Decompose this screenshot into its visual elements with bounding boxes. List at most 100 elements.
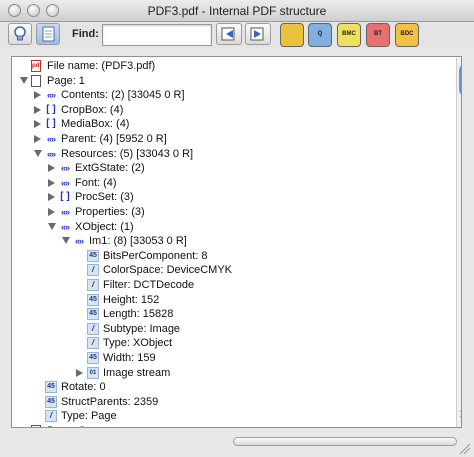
disclosure-closed-icon[interactable] [76, 368, 83, 377]
document-button[interactable] [36, 23, 60, 45]
tree-row-label: Contents: (2) [33045 0 R] [61, 89, 185, 102]
toolbar: Find: Q BMC BT BDC [0, 22, 474, 48]
tree-row-label: Page: 2 [47, 424, 85, 427]
tree-row[interactable]: 45 StructParents: 2359 [12, 395, 452, 410]
tree-row-label: Parent: (4) [5952 0 R] [61, 133, 167, 145]
stream-icon: 01 [87, 366, 99, 379]
tree-row[interactable]: 45 Rotate: 0 [12, 380, 452, 395]
disclosure-closed-icon[interactable] [48, 164, 55, 173]
tree-row-label: Properties: (3) [75, 206, 145, 218]
tree-row[interactable]: [ ] ProcSet: (3) [12, 190, 452, 205]
puzzle-button-q[interactable]: Q [308, 23, 332, 47]
title-bar: PDF3.pdf - Internal PDF structure [0, 0, 474, 22]
tree-row-label: Resources: (5) [33043 0 R] [61, 147, 194, 160]
dictionary-icon: «» [46, 134, 56, 144]
puzzle-button-bmc[interactable]: BMC [337, 23, 361, 47]
tree-row[interactable]: / Type: Page [12, 409, 452, 424]
name-icon: / [87, 322, 99, 335]
find-input[interactable] [102, 24, 212, 46]
tree-row-label: Height: 152 [103, 293, 160, 306]
find-previous-button[interactable] [216, 23, 242, 45]
tree-row[interactable]: 45 Length: 15828 [12, 307, 452, 322]
dictionary-icon: «» [60, 221, 70, 232]
tree-row[interactable]: «» ExtGState: (2) [12, 161, 452, 176]
disclosure-open-icon[interactable] [62, 237, 70, 245]
tree-row-label: Image stream [103, 366, 171, 379]
tree-row[interactable]: «» Im1: (8) [33053 0 R] [12, 234, 452, 249]
find-previous-icon [221, 27, 235, 41]
puzzle-button-1[interactable] [280, 23, 304, 47]
dictionary-icon: «» [60, 163, 70, 174]
tree-row[interactable]: «» XObject: (1) [12, 220, 452, 235]
tree-row[interactable]: «» Contents: (2) [33045 0 R] [12, 88, 452, 103]
lightbulb-icon [14, 26, 26, 41]
tree-row-label: Subtype: Image [103, 322, 181, 335]
lightbulb-button[interactable] [8, 23, 32, 45]
tree-row[interactable]: / Subtype: Image [12, 322, 452, 337]
tree-row-label: MediaBox: (4) [61, 118, 130, 131]
vertical-scroll-thumb[interactable] [459, 65, 461, 95]
tree-row[interactable]: pdf File name: (PDF3.pdf) [12, 59, 452, 74]
vertical-scrollbar[interactable] [456, 58, 461, 427]
disclosure-closed-icon[interactable] [48, 208, 55, 216]
disclosure-closed-icon[interactable] [48, 193, 55, 202]
tree-row[interactable]: 01 Image stream [12, 366, 452, 381]
tree-row-label: Page: 1 [47, 74, 85, 87]
disclosure-closed-icon[interactable] [34, 105, 41, 114]
tree-row[interactable]: «» Properties: (3) [12, 205, 452, 220]
tree-row[interactable]: [ ] MediaBox: (4) [12, 117, 452, 132]
puzzle-button-bdc[interactable]: BDC [395, 23, 419, 47]
resize-grip-icon[interactable] [460, 444, 470, 454]
dictionary-icon: «» [60, 207, 70, 217]
tree-row-label: Type: Page [61, 410, 117, 423]
disclosure-open-icon[interactable] [20, 76, 28, 84]
disclosure-closed-icon[interactable] [48, 178, 55, 187]
tree-row-label: StructParents: 2359 [61, 395, 159, 408]
tree-row[interactable]: «» Font: (4) [12, 176, 452, 191]
puzzle-button-bt[interactable]: BT [366, 23, 390, 47]
dictionary-icon: «» [60, 177, 70, 188]
array-icon: [ ] [46, 103, 56, 115]
page-icon [31, 425, 41, 427]
number-icon: 45 [87, 249, 99, 262]
tree-row-label: ColorSpace: DeviceCMYK [103, 264, 232, 277]
disclosure-open-icon[interactable] [34, 149, 42, 157]
tree-row[interactable]: 45 Width: 159 [12, 351, 452, 366]
tree-row-label: Width: 159 [103, 352, 156, 364]
tree-row[interactable]: [ ] CropBox: (4) [12, 103, 452, 118]
dictionary-icon: «» [74, 236, 84, 247]
tree-row-label: Filter: DCTDecode [103, 279, 195, 291]
disclosure-closed-icon[interactable] [20, 427, 27, 428]
tree-row-label: ExtGState: (2) [75, 162, 145, 175]
horizontal-scrollbar[interactable] [233, 437, 457, 446]
tree-row[interactable]: 45 Height: 152 [12, 293, 452, 308]
tree-row[interactable]: / ColorSpace: DeviceCMYK [12, 263, 452, 278]
disclosure-closed-icon[interactable] [34, 120, 41, 129]
structure-tree[interactable]: pdf File name: (PDF3.pdf) Page: 1 «» Content… [11, 56, 462, 428]
tree-row[interactable]: Page: 1 [12, 74, 452, 89]
scroll-down-arrow-icon[interactable] [460, 416, 461, 422]
number-icon: 45 [45, 381, 57, 394]
tree-row[interactable]: 45 BitsPerComponent: 8 [12, 249, 452, 264]
array-icon: [ ] [60, 191, 70, 203]
name-icon: / [87, 264, 99, 277]
tree-row[interactable]: «» Resources: (5) [33043 0 R] [12, 147, 452, 162]
tree-row[interactable]: / Filter: DCTDecode [12, 278, 452, 293]
find-next-icon [250, 27, 264, 41]
find-next-button[interactable] [245, 23, 271, 45]
page-icon [31, 74, 41, 87]
name-icon: / [45, 410, 57, 423]
tree-row-label: BitsPerComponent: 8 [103, 249, 208, 262]
disclosure-closed-icon[interactable] [34, 91, 41, 100]
number-icon: 45 [87, 308, 99, 321]
tree-row-label: XObject: (1) [75, 220, 134, 233]
disclosure-closed-icon[interactable] [34, 135, 41, 143]
tree-row[interactable]: «» Parent: (4) [5952 0 R] [12, 132, 452, 147]
puzzle-bdc-label: BDC [400, 31, 414, 37]
tree-row[interactable]: / Type: XObject [12, 336, 452, 351]
number-icon: 45 [45, 395, 57, 408]
array-icon: [ ] [46, 118, 56, 130]
tree-row[interactable]: Page: 2 [12, 424, 452, 428]
disclosure-open-icon[interactable] [48, 222, 56, 230]
scroll-up-arrow-icon[interactable] [460, 406, 461, 412]
